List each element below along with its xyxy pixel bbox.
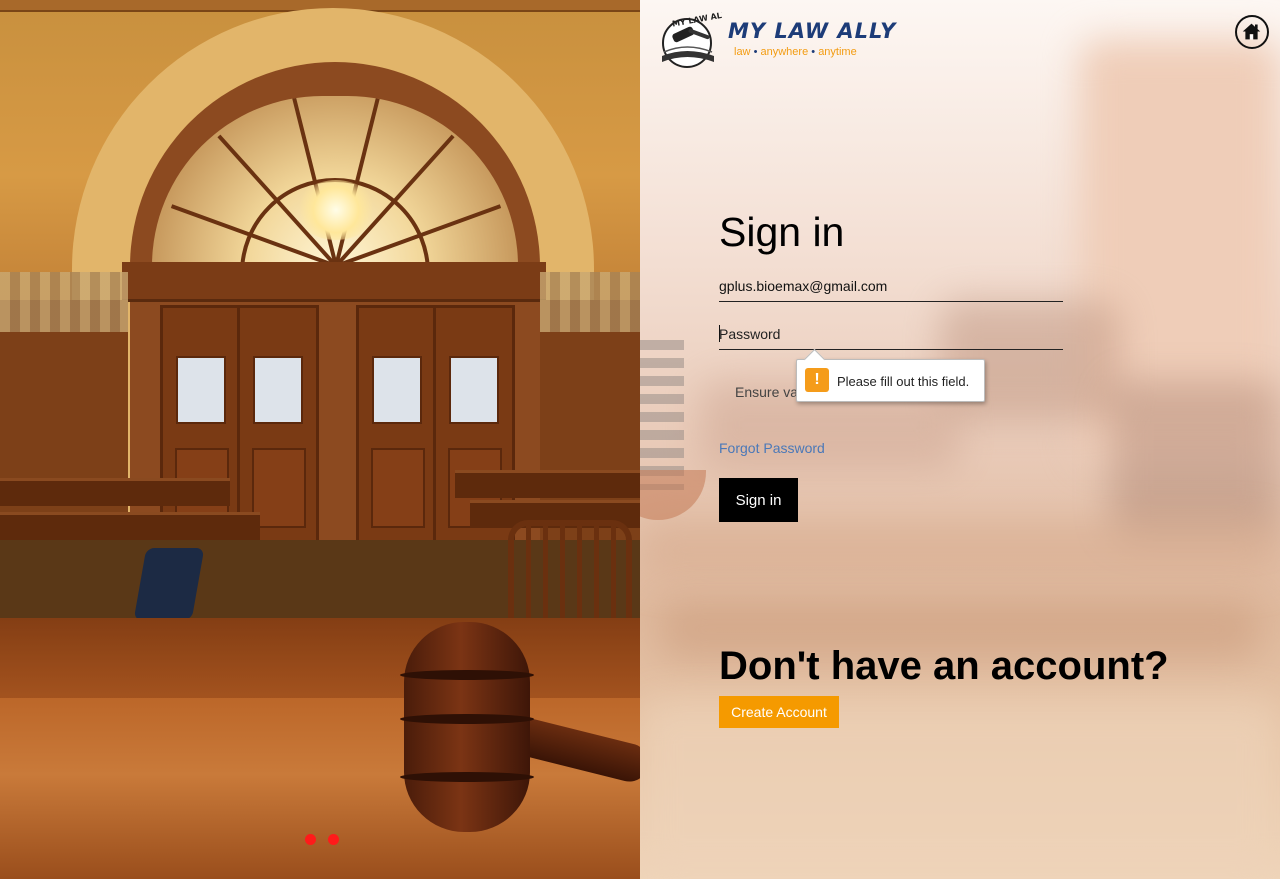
tagline-separator: • [753,46,758,58]
text-cursor [719,325,720,342]
signin-title: Sign in [719,209,845,255]
create-account-button[interactable]: Create Account [719,696,839,728]
wooden-chair [508,520,632,630]
door-leaf [160,305,242,545]
email-input[interactable] [719,270,1063,302]
frieze-left [0,272,128,332]
forgot-password-link[interactable]: Forgot Password [719,440,825,456]
brand-tagline: law • anywhere • anytime [734,46,857,58]
tagline-word: anywhere [760,46,809,58]
door-leaf [356,305,438,545]
desk-edge [0,618,640,698]
brand-logo[interactable]: MY LAW ALLY MY LAW ALLY law • anywhere •… [656,10,895,68]
brand-name: MY LAW ALLY [728,19,897,43]
home-button[interactable] [1235,15,1269,49]
door-leaf [237,305,319,545]
gavel-book-logo-icon: MY LAW ALLY [662,12,722,68]
scale-pan [640,470,706,520]
chandelier [296,180,376,240]
tagline-separator: • [811,46,816,58]
frieze-right [540,272,640,332]
signup-heading: Don't have an account? [719,644,1169,688]
password-input[interactable] [719,318,1063,350]
warning-icon: ! [805,368,829,392]
signin-button[interactable]: Sign in [719,478,798,522]
tagline-word: law [734,46,751,58]
carousel-dot[interactable] [328,834,339,845]
carousel-indicators [305,834,339,845]
gavel-icon [400,622,534,832]
tagline-word: anytime [818,46,857,58]
hero-image-courtroom [0,0,640,879]
scale-chain [640,340,684,490]
carousel-dot[interactable] [305,834,316,845]
bench [0,512,260,540]
validation-tooltip: ! Please fill out this field. [796,359,985,402]
door-lintel [122,262,546,302]
bench [455,470,640,498]
bench [0,478,230,506]
password-hint-text: Ensure va [735,384,799,400]
validation-message: Please fill out this field. [837,374,970,389]
home-icon [1242,23,1261,40]
